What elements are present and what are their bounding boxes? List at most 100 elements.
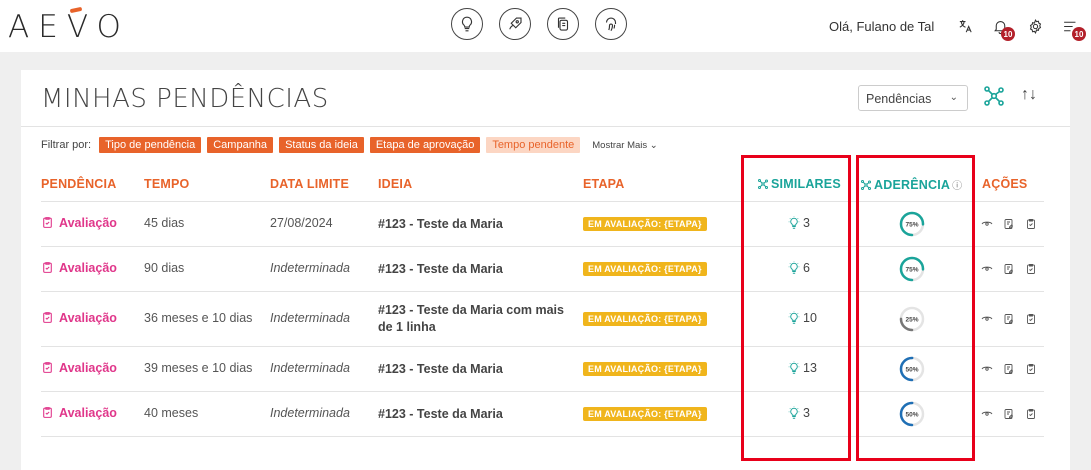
ideia-cell[interactable]: #123 - Teste da Maria xyxy=(378,406,503,423)
ideia-cell[interactable]: #123 - Teste da Maria xyxy=(378,216,503,233)
ideia-title: #123 - Teste da Maria xyxy=(378,361,503,376)
view-select[interactable]: Pendências ⌄ xyxy=(858,85,968,111)
filter-chip-campanha[interactable]: Campanha xyxy=(207,137,274,153)
eye-icon[interactable] xyxy=(981,313,993,325)
tempo-cell: 90 dias xyxy=(144,260,185,275)
eye-icon[interactable] xyxy=(981,408,993,420)
etapa-badge: EM AVALIAÇÃO: {ETAPA} xyxy=(583,406,707,421)
tempo-cell: 36 meses e 10 dias xyxy=(144,310,253,325)
filter-label: Filtrar por: xyxy=(41,139,92,151)
notifications-badge: 10 xyxy=(1001,27,1015,41)
filter-bar: Filtrar por: Tipo de pendência Campanha … xyxy=(41,137,658,153)
clipboard-check-icon xyxy=(43,312,52,323)
pendencia-label: Avaliação xyxy=(59,405,117,420)
lightbulb-icon[interactable] xyxy=(451,8,483,40)
col-header-pendencia[interactable]: PENDÊNCIA xyxy=(41,177,116,191)
ideia-title: #123 - Teste da Maria xyxy=(378,406,503,421)
clipboard-check-icon[interactable] xyxy=(1025,363,1037,375)
page-title: MINHAS PENDÊNCIAS xyxy=(41,84,329,114)
pendencia-label: Avaliação xyxy=(59,360,117,375)
pendencia-cell[interactable]: Avaliação xyxy=(41,406,117,420)
edit-document-icon[interactable] xyxy=(1003,218,1015,230)
actions-cell xyxy=(981,263,1037,275)
eye-icon[interactable] xyxy=(981,363,993,375)
data-limite-cell: Indeterminada xyxy=(270,260,350,275)
rocket-icon[interactable] xyxy=(499,8,531,40)
actions-cell xyxy=(981,363,1037,375)
etapa-cell: EM AVALIAÇÃO: {ETAPA} xyxy=(583,361,707,376)
user-greeting[interactable]: Olá, Fulano de Tal xyxy=(829,19,934,34)
etapa-badge: EM AVALIAÇÃO: {ETAPA} xyxy=(583,361,707,376)
eye-icon[interactable] xyxy=(981,218,993,230)
tempo-cell: 45 dias xyxy=(144,215,185,230)
ideia-title: #123 - Teste da Maria xyxy=(378,261,503,276)
edit-document-icon[interactable] xyxy=(1003,363,1015,375)
highlight-similares xyxy=(741,155,851,461)
etapa-cell: EM AVALIAÇÃO: {ETAPA} xyxy=(583,261,707,276)
show-more-filters[interactable]: Mostrar Mais ⌄ xyxy=(592,140,658,151)
eye-icon[interactable] xyxy=(981,263,993,275)
col-header-etapa[interactable]: ETAPA xyxy=(583,177,625,191)
data-limite-cell: Indeterminada xyxy=(270,310,350,325)
col-header-acoes: AÇÕES xyxy=(982,177,1028,191)
clipboard-check-icon xyxy=(43,407,52,418)
clipboard-check-icon xyxy=(43,217,52,228)
etapa-cell: EM AVALIAÇÃO: {ETAPA} xyxy=(583,406,707,421)
highlight-aderencia xyxy=(856,155,975,461)
clipboard-check-icon[interactable] xyxy=(1025,218,1037,230)
pendencias-card: MINHAS PENDÊNCIAS Pendências ⌄ ↑↓ Filtra… xyxy=(21,70,1070,470)
clipboard-check-icon[interactable] xyxy=(1025,313,1037,325)
menu-badge: 10 xyxy=(1072,27,1086,41)
main-nav xyxy=(451,8,627,40)
etapa-badge: EM AVALIAÇÃO: {ETAPA} xyxy=(583,216,707,231)
clipboard-check-icon[interactable] xyxy=(1025,408,1037,420)
ideia-cell[interactable]: #123 - Teste da Maria xyxy=(378,261,503,278)
etapa-badge: EM AVALIAÇÃO: {ETAPA} xyxy=(583,311,707,326)
chevron-down-icon: ⌄ xyxy=(949,92,958,103)
fingerprint-icon[interactable] xyxy=(595,8,627,40)
show-more-label: Mostrar Mais xyxy=(592,139,648,151)
pendencia-label: Avaliação xyxy=(59,215,117,230)
tempo-cell: 40 meses xyxy=(144,405,199,420)
gear-icon[interactable] xyxy=(1025,16,1045,36)
clipboard-check-icon xyxy=(43,362,52,373)
network-graph-icon[interactable] xyxy=(982,84,1006,108)
copy-icon[interactable] xyxy=(547,8,579,40)
ideia-cell[interactable]: #123 - Teste da Maria com mais de 1 linha xyxy=(378,302,564,336)
ideia-title: #123 - Teste da Maria xyxy=(378,216,503,231)
filter-chip-status[interactable]: Status da ideia xyxy=(279,137,364,153)
pendencia-label: Avaliação xyxy=(59,260,117,275)
edit-document-icon[interactable] xyxy=(1003,408,1015,420)
col-header-tempo[interactable]: TEMPO xyxy=(144,177,189,191)
sort-icon[interactable]: ↑↓ xyxy=(1021,86,1041,106)
top-bar: AEVO Olá, Fulano de Tal 10 10 xyxy=(0,0,1091,52)
aevo-logo[interactable]: AEVO xyxy=(8,9,130,45)
tempo-cell: 39 meses e 10 dias xyxy=(144,360,253,375)
data-limite-cell: Indeterminada xyxy=(270,405,350,420)
clipboard-check-icon xyxy=(43,262,52,273)
edit-document-icon[interactable] xyxy=(1003,313,1015,325)
actions-cell xyxy=(981,218,1037,230)
pendencia-cell[interactable]: Avaliação xyxy=(41,311,117,325)
actions-cell xyxy=(981,408,1037,420)
filter-chip-tipo[interactable]: Tipo de pendência xyxy=(99,137,202,153)
col-header-data-limite[interactable]: DATA LIMITE xyxy=(270,177,349,191)
col-header-ideia[interactable]: IDEIA xyxy=(378,177,412,191)
etapa-badge: EM AVALIAÇÃO: {ETAPA} xyxy=(583,261,707,276)
filter-chip-etapa[interactable]: Etapa de aprovação xyxy=(369,137,481,153)
etapa-cell: EM AVALIAÇÃO: {ETAPA} xyxy=(583,216,707,231)
pendencia-cell[interactable]: Avaliação xyxy=(41,216,117,230)
filter-chip-tempo[interactable]: Tempo pendente xyxy=(486,137,581,153)
ideia-cell[interactable]: #123 - Teste da Maria xyxy=(378,361,503,378)
pendencia-cell[interactable]: Avaliação xyxy=(41,361,117,375)
ideia-title-line2: de 1 linha xyxy=(378,319,436,334)
translate-icon[interactable] xyxy=(955,16,975,36)
clipboard-check-icon[interactable] xyxy=(1025,263,1037,275)
etapa-cell: EM AVALIAÇÃO: {ETAPA} xyxy=(583,311,707,326)
edit-document-icon[interactable] xyxy=(1003,263,1015,275)
actions-cell xyxy=(981,313,1037,325)
data-limite-cell: Indeterminada xyxy=(270,360,350,375)
title-divider xyxy=(21,126,1070,127)
data-limite-cell: 27/08/2024 xyxy=(270,215,333,230)
pendencia-cell[interactable]: Avaliação xyxy=(41,261,117,275)
